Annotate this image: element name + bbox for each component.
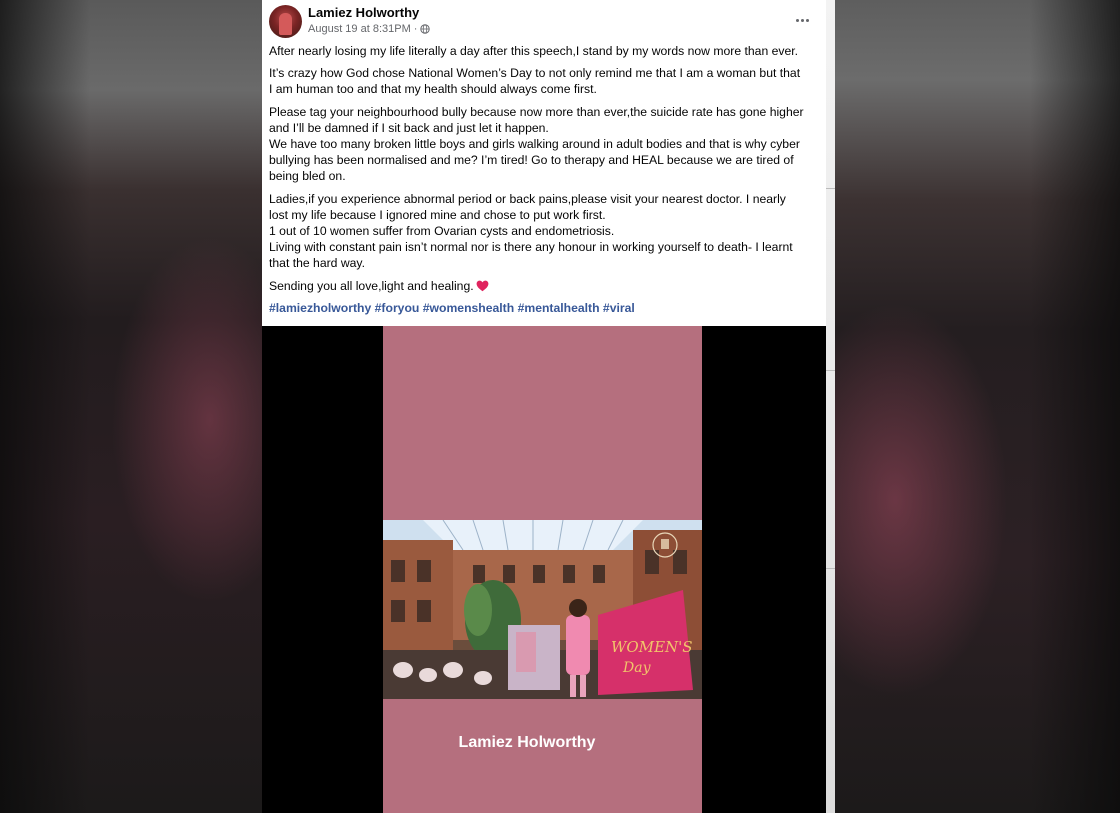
post-line: that the hard way. bbox=[269, 256, 365, 271]
page-edge-line bbox=[826, 188, 835, 189]
post-paragraph: After nearly losing my life literally a … bbox=[269, 43, 821, 59]
post-line: Sending you all love,light and healing. bbox=[269, 278, 474, 293]
post-author[interactable]: Lamiez Holworthy bbox=[308, 5, 419, 20]
more-options-icon[interactable] bbox=[790, 10, 814, 30]
post-line: Living with constant pain isn’t normal n… bbox=[269, 240, 793, 255]
post-line: Please tag your neighbourhood bully beca… bbox=[269, 104, 804, 119]
post-paragraph: Please tag your neighbourhood bully beca… bbox=[269, 104, 821, 185]
post-paragraph: Ladies,if you experience abnormal period… bbox=[269, 191, 821, 272]
hashtag-list: #lamiezholworthy #foryou #womenshealth #… bbox=[269, 300, 821, 316]
hashtag-link[interactable]: #mentalhealth bbox=[518, 301, 600, 315]
heart-icon bbox=[476, 280, 489, 291]
event-photo: WOMEN'S Day bbox=[383, 520, 702, 699]
hashtag-link[interactable]: #viral bbox=[603, 301, 635, 315]
post-line: bullying has been normalised and me? I’m… bbox=[269, 153, 794, 168]
video-caption: Lamiez Holworthy bbox=[458, 734, 596, 751]
banner-text: Day bbox=[622, 660, 652, 676]
post-paragraph: Sending you all love,light and healing. bbox=[269, 278, 821, 294]
post-line: We have too many broken little boys and … bbox=[269, 137, 800, 152]
event-photo-scene: WOMEN'S Day bbox=[383, 520, 702, 699]
post-timestamp[interactable]: August 19 at 8:31PM bbox=[308, 23, 411, 35]
post-line: After nearly losing my life literally a … bbox=[269, 44, 799, 58]
post-line: being bled on. bbox=[269, 169, 346, 184]
page-edge-line bbox=[826, 370, 835, 371]
post-video[interactable]: WOMEN'S Day Lamiez Holworthy bbox=[262, 326, 826, 813]
hashtag-link[interactable]: #lamiezholworthy bbox=[269, 301, 371, 315]
hashtag-link[interactable]: #foryou bbox=[375, 301, 420, 315]
post-line: I am human too and that my health should… bbox=[269, 82, 597, 97]
post-line: and I’ll be damned if I sit back and jus… bbox=[269, 120, 549, 135]
post-line: lost my life because I ignored mine and … bbox=[269, 207, 606, 222]
globe-icon[interactable] bbox=[420, 24, 431, 34]
post-meta: August 19 at 8:31PM · bbox=[308, 23, 431, 35]
banner-text: WOMEN'S bbox=[611, 638, 693, 656]
post-line: 1 out of 10 women suffer from Ovarian cy… bbox=[269, 224, 615, 239]
meta-separator: · bbox=[413, 23, 418, 35]
adjacent-page-edge bbox=[826, 0, 835, 813]
post-paragraph: It’s crazy how God chose National Women’… bbox=[269, 65, 821, 97]
video-frame: WOMEN'S Day Lamiez Holworthy bbox=[383, 326, 702, 813]
post-line: Ladies,if you experience abnormal period… bbox=[269, 191, 786, 206]
page-edge-line bbox=[826, 568, 835, 569]
blurred-background-left bbox=[0, 0, 262, 813]
blurred-background-right bbox=[835, 0, 1120, 813]
post-line: It’s crazy how God chose National Women’… bbox=[269, 66, 801, 81]
facebook-post: Lamiez Holworthy August 19 at 8:31PM · A… bbox=[262, 0, 826, 326]
hashtag-link[interactable]: #womenshealth bbox=[423, 301, 514, 315]
avatar[interactable] bbox=[269, 5, 302, 38]
post-body: After nearly losing my life literally a … bbox=[269, 43, 821, 322]
